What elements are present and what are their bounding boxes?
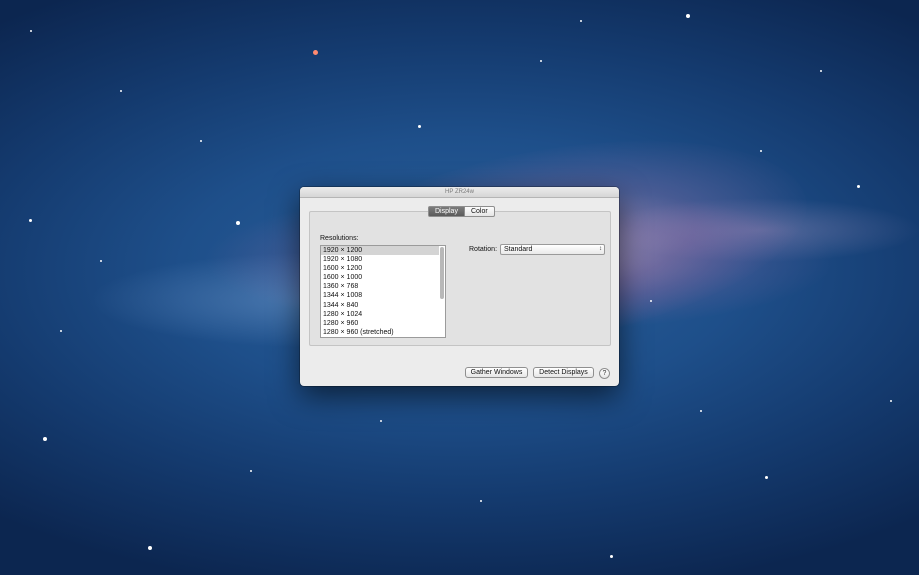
wallpaper-star — [700, 410, 702, 412]
wallpaper-star — [540, 60, 542, 62]
wallpaper-star — [120, 90, 122, 92]
wallpaper-star — [148, 546, 152, 550]
resolution-item[interactable]: 1360 × 768 — [321, 282, 439, 291]
resolution-item[interactable]: 1920 × 1080 — [321, 255, 439, 264]
wallpaper-star — [236, 221, 240, 225]
detect-displays-button[interactable]: Detect Displays — [533, 367, 594, 378]
resolution-item[interactable]: 1344 × 1008 — [321, 291, 439, 300]
wallpaper-star — [418, 125, 421, 128]
resolution-item[interactable]: 1280 × 1024 — [321, 310, 439, 319]
up-down-chevron-icon: ↕ — [599, 246, 602, 252]
wallpaper-star — [890, 400, 892, 402]
wallpaper-star — [200, 140, 202, 142]
wallpaper-star — [580, 20, 582, 22]
display-preferences-window: HP ZR24w Display Color Resolutions: 1920… — [300, 187, 619, 386]
rotation-label: Rotation: — [469, 246, 498, 253]
tab-color[interactable]: Color — [464, 206, 495, 217]
wallpaper-star — [380, 420, 382, 422]
desktop-background: HP ZR24w Display Color Resolutions: 1920… — [0, 0, 919, 575]
resolution-item[interactable]: 1600 × 1200 — [321, 264, 439, 273]
resolution-item[interactable]: 1600 × 1000 — [321, 273, 439, 282]
resolutions-label: Resolutions: — [320, 235, 359, 242]
help-icon[interactable]: ? — [599, 368, 610, 379]
wallpaper-star — [610, 555, 613, 558]
tab-display[interactable]: Display — [428, 206, 465, 217]
wallpaper-star — [43, 437, 47, 441]
wallpaper-star — [686, 14, 690, 18]
wallpaper-star — [480, 500, 482, 502]
wallpaper-star — [760, 150, 762, 152]
resolution-item[interactable]: 1280 × 960 — [321, 319, 439, 328]
wallpaper-star — [30, 30, 32, 32]
resolution-item[interactable]: 1280 × 960 (stretched) — [321, 328, 439, 337]
wallpaper-star — [857, 185, 860, 188]
wallpaper-star — [313, 50, 318, 55]
wallpaper-star — [765, 476, 768, 479]
tab-bar: Display Color — [428, 206, 495, 217]
wallpaper-star — [29, 219, 32, 222]
resolution-item[interactable]: 1344 × 840 — [321, 301, 439, 310]
wallpaper-star — [60, 330, 62, 332]
wallpaper-star — [650, 300, 652, 302]
wallpaper-star — [100, 260, 102, 262]
rotation-popup[interactable]: Standard ↕ — [500, 244, 605, 255]
wallpaper-star — [250, 470, 252, 472]
gather-windows-button[interactable]: Gather Windows — [465, 367, 528, 378]
resolutions-list[interactable]: 1920 × 1200 1920 × 1080 1600 × 1200 1600… — [320, 245, 446, 338]
resolutions-scrollbar[interactable] — [440, 247, 444, 299]
rotation-value: Standard — [504, 246, 533, 253]
window-title: HP ZR24w — [300, 187, 619, 198]
resolution-item[interactable]: 1920 × 1200 — [321, 246, 439, 256]
wallpaper-star — [820, 70, 822, 72]
